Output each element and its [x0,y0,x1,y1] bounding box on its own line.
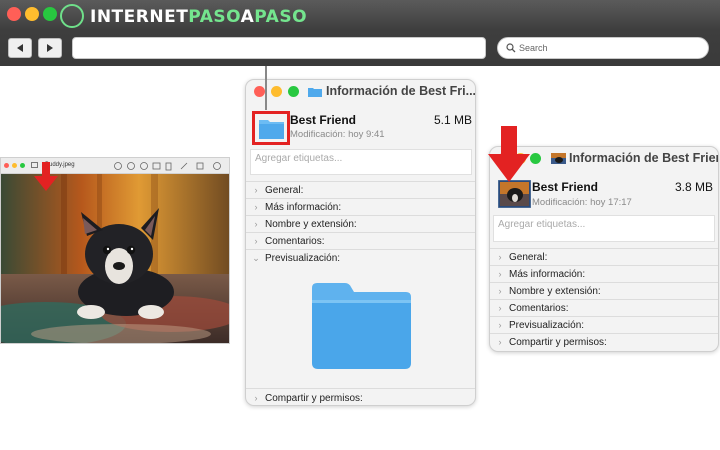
chevron-right-icon: › [254,219,258,229]
folder-small-icon [308,88,322,97]
info-window-titlebar: Información de Best Fri... [246,80,475,104]
pointer-line [265,66,267,110]
browser-toolbar: INTERNETPASOAPASO Search [0,0,720,66]
section-label: Nombre y extensión: [509,285,601,297]
address-bar[interactable] [72,37,486,59]
section-label: General: [265,184,304,196]
section-general[interactable]: › General: [490,248,718,265]
section-name-extension[interactable]: › Nombre y extensión: [490,282,718,299]
section-label: Más información: [509,268,586,280]
section-preview[interactable]: ⌄ Previsualización: [246,249,475,266]
section-comments[interactable]: › Comentarios: [490,299,718,316]
folder-icon[interactable] [258,116,285,140]
file-name: Best Friend [290,113,357,127]
close-window-button[interactable] [7,7,21,21]
section-label: Nombre y extensión: [265,218,357,230]
section-label: Comentarios: [265,235,325,247]
chevron-right-icon: › [254,202,258,212]
logo-part-1: INTERNET [90,7,189,27]
section-sharing-permissions[interactable]: › Compartir y permisos: [246,388,475,405]
chevron-down-icon: ⌄ [252,252,260,263]
chevron-right-icon: › [498,252,502,262]
back-button[interactable] [8,38,32,58]
section-label: Comentarios: [509,302,569,314]
chevron-right-icon: › [498,269,502,279]
file-name: Best Friend [532,180,599,194]
section-label: Previsualización: [265,252,341,264]
site-logo-text: INTERNETPASOAPASO [90,7,307,27]
photo-thumbnail-icon[interactable] [498,180,531,208]
preview-toolbar-icons[interactable] [113,161,225,171]
search-field[interactable]: Search [497,37,709,59]
modified-date: Modificación: hoy 9:41 [290,129,385,140]
preview-zoom-button[interactable] [20,163,25,168]
red-arrow-icon [488,126,530,182]
section-more-info[interactable]: › Más información: [490,265,718,282]
chevron-right-icon: › [498,303,502,313]
chevron-right-icon: › [254,393,258,403]
photo-small-icon [551,153,566,164]
section-sharing-permissions[interactable]: › Compartir y permisos: [490,333,718,350]
folder-preview-icon [312,283,411,369]
logo-part-4: PASO [254,7,308,27]
back-arrow-icon [17,44,23,52]
info-minimize-button[interactable] [271,86,282,97]
section-label: Previsualización: [509,319,585,331]
modified-date: Modificación: hoy 17:17 [532,197,632,208]
section-general[interactable]: › General: [246,181,475,198]
section-comments[interactable]: › Comentarios: [246,232,475,249]
file-size: 5.1 MB [434,113,473,127]
tags-input[interactable]: Agregar etiquetas... [250,149,472,175]
section-more-info[interactable]: › Más información: [246,198,475,215]
info-window-title: Información de Best Friend [569,151,719,165]
info-zoom-button[interactable] [288,86,299,97]
chevron-right-icon: › [254,236,258,246]
dog-photo [1,174,229,343]
forward-button[interactable] [38,38,62,58]
minimize-window-button[interactable] [25,7,39,21]
section-name-extension[interactable]: › Nombre y extensión: [246,215,475,232]
screenshot-canvas: INTERNETPASOAPASO Search Buddy.jpeg Info… [0,0,720,450]
logo-part-3: A [240,7,255,27]
info-zoom-button[interactable] [530,153,541,164]
zoom-window-button[interactable] [43,7,57,21]
info-close-button[interactable] [254,86,265,97]
info-window-folder: Información de Best Fri... Best Friend 5… [245,79,476,406]
chevron-right-icon: › [254,185,258,195]
site-logo-icon [60,4,84,28]
red-arrow-icon [34,162,58,191]
search-placeholder: Search [519,43,548,53]
file-size: 3.8 MB [675,180,714,194]
search-icon [506,43,516,53]
section-label: Más información: [265,201,342,213]
logo-part-2: PASO [188,7,241,27]
chevron-right-icon: › [498,337,502,347]
chevron-right-icon: › [498,320,502,330]
forward-arrow-icon [47,44,53,52]
tags-input[interactable]: Agregar etiquetas... [493,215,715,242]
section-label: Compartir y permisos: [265,392,363,404]
preview-close-button[interactable] [4,163,9,168]
section-label: Compartir y permisos: [509,336,607,348]
chevron-right-icon: › [498,286,502,296]
dog-photo-image [1,174,229,343]
preview-minimize-button[interactable] [12,163,17,168]
section-preview[interactable]: › Previsualización: [490,316,718,333]
info-window-title: Información de Best Fri... [326,84,476,98]
section-label: General: [509,251,548,263]
